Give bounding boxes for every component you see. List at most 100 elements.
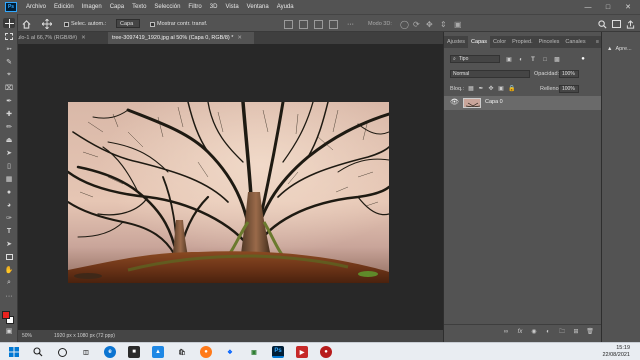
align-left-icon[interactable]	[284, 15, 293, 33]
multitasking-icon[interactable]: ◫	[80, 346, 92, 358]
filter-shape-icon[interactable]: □	[542, 57, 548, 63]
firefox-icon[interactable]: ●	[200, 346, 212, 358]
tab-tree-image[interactable]: tree-3097419_1920.jpg al 50% (Capa 0, RG…	[108, 32, 254, 44]
photoshop-taskbar-icon[interactable]: Ps	[272, 346, 284, 358]
menu-3d[interactable]: 3D	[206, 4, 222, 10]
layer-style-icon[interactable]: fx	[516, 328, 524, 336]
tab-canales[interactable]: Canales	[562, 36, 588, 48]
align-right-icon[interactable]	[314, 15, 323, 33]
minimize-icon[interactable]: —	[578, 0, 598, 14]
gradient-tool-icon[interactable]: ▦	[3, 174, 15, 184]
tree-image[interactable]	[68, 102, 389, 283]
more-options-icon[interactable]: ···	[347, 15, 354, 33]
roll-3d-icon[interactable]: ⟳	[413, 15, 420, 33]
system-clock[interactable]: 15:19 22/08/2021	[602, 345, 630, 359]
frame-tool-icon[interactable]: ⌧	[3, 83, 15, 93]
home-icon[interactable]	[22, 15, 31, 33]
orbit-3d-icon[interactable]: ◯	[400, 15, 409, 33]
move-tool-icon[interactable]	[42, 15, 52, 33]
filter-toggle-icon[interactable]: ●	[580, 56, 586, 62]
more-tools-icon[interactable]: ···	[3, 291, 15, 301]
filter-adjustment-icon[interactable]: ◐	[518, 57, 524, 63]
brush-tool-icon[interactable]: ✏	[3, 122, 15, 132]
learn-panel-button[interactable]: ▲ Apre...	[607, 46, 632, 52]
healing-brush-tool-icon[interactable]: ✚	[3, 109, 15, 119]
align-top-icon[interactable]	[329, 15, 338, 33]
opacity-input[interactable]: 100%	[559, 70, 579, 78]
eyedropper-tool-icon[interactable]: ✒	[3, 96, 15, 106]
autoselect-dropdown[interactable]: Capa	[116, 19, 140, 28]
dropbox-icon[interactable]: ❖	[224, 346, 236, 358]
marquee-tool-icon[interactable]	[3, 31, 15, 41]
menu-ventana[interactable]: Ventana	[243, 4, 273, 10]
clone-stamp-tool-icon[interactable]: ⏏	[3, 135, 15, 145]
task-view-icon[interactable]	[56, 346, 68, 358]
lock-artboard-icon[interactable]: ▣	[498, 86, 504, 92]
crop-tool-icon[interactable]: ⌖	[3, 70, 15, 80]
add-mask-icon[interactable]: ◉	[530, 328, 538, 336]
blend-mode-dropdown[interactable]: Normal	[450, 70, 530, 78]
video-app-icon[interactable]: ▶	[296, 346, 308, 358]
eraser-tool-icon[interactable]: ▯	[3, 161, 15, 171]
menu-ayuda[interactable]: Ayuda	[273, 4, 298, 10]
scale-3d-icon[interactable]: ▣	[454, 15, 462, 33]
zoom-tool-icon[interactable]: ⌕	[3, 278, 15, 288]
link-layers-icon[interactable]: ∞	[502, 328, 510, 336]
layer-name[interactable]: Capa 0	[485, 99, 503, 105]
history-brush-tool-icon[interactable]: ➤	[3, 148, 15, 158]
close-icon[interactable]: ✕	[618, 0, 638, 14]
filter-smart-object-icon[interactable]: ▩	[554, 57, 560, 63]
search-icon[interactable]	[598, 15, 607, 33]
type-tool-icon[interactable]: T	[3, 226, 15, 236]
path-selection-tool-icon[interactable]: ➤	[3, 239, 15, 249]
dodge-tool-icon[interactable]: ◕	[3, 200, 15, 210]
close-tab-icon[interactable]: ✕	[237, 35, 242, 41]
blur-tool-icon[interactable]: ●	[3, 187, 15, 197]
new-layer-icon[interactable]: ⊞	[572, 328, 580, 336]
lasso-tool-icon[interactable]: ➳	[3, 44, 15, 54]
rectangle-tool-icon[interactable]	[3, 252, 15, 262]
search-icon[interactable]	[32, 346, 44, 358]
workspace-icon[interactable]	[612, 15, 621, 33]
new-group-icon[interactable]: 🗀	[558, 328, 566, 336]
tab-propiedades[interactable]: Propied.	[509, 36, 536, 48]
menu-capa[interactable]: Capa	[106, 4, 128, 10]
media-app-icon[interactable]: ●	[320, 346, 332, 358]
transform-controls-checkbox[interactable]: Mostrar contr. transf.	[150, 15, 207, 33]
quick-selection-tool-icon[interactable]: ✎	[3, 57, 15, 67]
menu-edicion[interactable]: Edición	[50, 4, 78, 10]
quick-mask-icon[interactable]: ▣	[3, 326, 15, 336]
lock-image-icon[interactable]: ✒	[478, 86, 484, 92]
tab-pinceles[interactable]: Pinceles	[536, 36, 563, 48]
pan-3d-icon[interactable]: ✥	[426, 15, 433, 33]
windows-start-icon[interactable]	[8, 346, 20, 358]
foreground-color-swatch[interactable]	[2, 311, 10, 319]
tab-ajustes[interactable]: Ajustes	[444, 36, 468, 48]
canvas-workspace[interactable]	[18, 44, 443, 330]
store-icon[interactable]: 🛍	[176, 346, 188, 358]
delete-layer-icon[interactable]: 🗑	[586, 328, 594, 336]
edge-browser-icon[interactable]: e	[104, 346, 116, 358]
photos-icon[interactable]: ▲	[152, 346, 164, 358]
adjustment-layer-icon[interactable]: ◐	[544, 328, 552, 336]
lock-position-icon[interactable]: ✥	[488, 86, 494, 92]
hand-tool-icon[interactable]: ✋	[3, 265, 15, 275]
app-icon[interactable]: ■	[128, 346, 140, 358]
menu-archivo[interactable]: Archivo	[22, 4, 50, 10]
menu-vista[interactable]: Vista	[221, 4, 242, 10]
close-tab-icon[interactable]: ✕	[81, 35, 86, 41]
autoselect-checkbox[interactable]: Selec. autom.:	[64, 15, 106, 33]
zoom-level[interactable]: 50%	[22, 333, 32, 339]
layer-filter-dropdown[interactable]: ⌕ Tipo	[450, 55, 500, 63]
menu-imagen[interactable]: Imagen	[78, 4, 106, 10]
fill-input[interactable]: 100%	[559, 85, 579, 93]
slide-3d-icon[interactable]: ⇕	[440, 15, 447, 33]
visibility-eye-icon[interactable]: 👁	[450, 99, 459, 107]
lock-transparent-icon[interactable]: ▦	[468, 86, 474, 92]
filter-pixel-icon[interactable]: ▣	[506, 57, 512, 63]
menu-texto[interactable]: Texto	[128, 4, 150, 10]
move-tool-icon[interactable]	[3, 18, 15, 28]
tab-capas[interactable]: Capas	[468, 36, 490, 48]
filter-type-icon[interactable]: T	[530, 57, 536, 63]
menu-filtro[interactable]: Filtro	[184, 4, 205, 10]
